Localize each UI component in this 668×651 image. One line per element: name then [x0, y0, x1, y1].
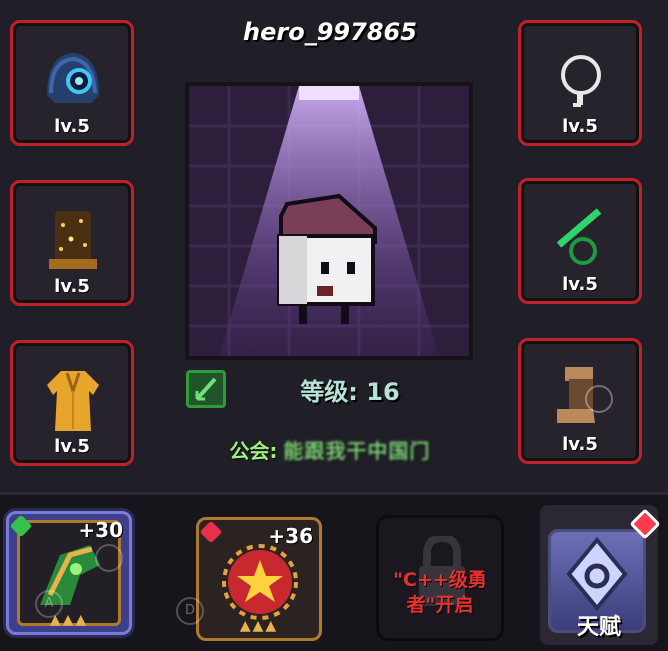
equip-level: lv.5: [54, 436, 90, 457]
equip-level: lv.5: [54, 276, 90, 297]
equip-level: lv.5: [54, 116, 90, 137]
quick-slot-badge: [95, 544, 123, 572]
equip-slot-helmet[interactable]: lv.5: [10, 20, 134, 146]
player-name: hero_997865: [243, 18, 417, 46]
talent-label: 天赋: [576, 615, 621, 640]
equip-slot-boots[interactable]: lv.5: [518, 338, 642, 464]
locked-weapon-slot[interactable]: "C++级勇者"开启: [376, 515, 504, 641]
necklace-icon: [561, 55, 601, 107]
equip-level: lv.5: [562, 274, 598, 295]
character-portrait: [185, 82, 473, 360]
equip-slot-vest[interactable]: lv.5: [10, 180, 134, 306]
weapon-plus: +30: [78, 518, 123, 542]
player-level: 等级: 16: [300, 378, 400, 406]
guild-label: 公会:: [229, 438, 278, 463]
weapon-plus: +36: [268, 524, 313, 548]
equip-slot-necklace[interactable]: lv.5: [518, 20, 642, 146]
class-badge-icon[interactable]: [186, 370, 226, 408]
equip-level: lv.5: [562, 434, 598, 455]
weapon-bar: +30 A ▲▲▲ +36 ▲▲▲ D "C++级勇者"开启 天赋: [0, 492, 668, 651]
weapon-slot-1[interactable]: +30 A ▲▲▲: [6, 511, 132, 635]
golden-vest-icon: [49, 211, 97, 269]
helmet-icon: [47, 53, 99, 103]
boots-icon: [557, 367, 613, 423]
talent-button[interactable]: 天赋: [540, 505, 661, 645]
weapon-slot-2[interactable]: +36 ▲▲▲: [196, 517, 322, 641]
equip-slot-robe[interactable]: lv.5: [10, 340, 134, 466]
guild-row: 公会: 能跟我干中国门: [200, 434, 460, 464]
locked-slot-text: "C++级勇者"开启: [393, 569, 487, 616]
robe-icon: [47, 371, 99, 431]
character-panel: hero_997865 lv.5 lv.5 lv.5 lv.5 lv.5 lv.…: [0, 0, 668, 492]
weapon-stars: ▲▲▲: [239, 618, 279, 634]
character-sprite: [189, 86, 469, 356]
guild-name[interactable]: 能跟我干中国门: [284, 435, 431, 464]
weapon-stars: ▲▲▲: [49, 612, 89, 628]
red-star-orb-icon: [222, 544, 298, 620]
equip-slot-ring[interactable]: lv.5: [518, 178, 642, 304]
equip-level: lv.5: [562, 116, 598, 137]
key-badge-d: D: [176, 597, 204, 625]
jade-ring-icon: [556, 208, 602, 265]
